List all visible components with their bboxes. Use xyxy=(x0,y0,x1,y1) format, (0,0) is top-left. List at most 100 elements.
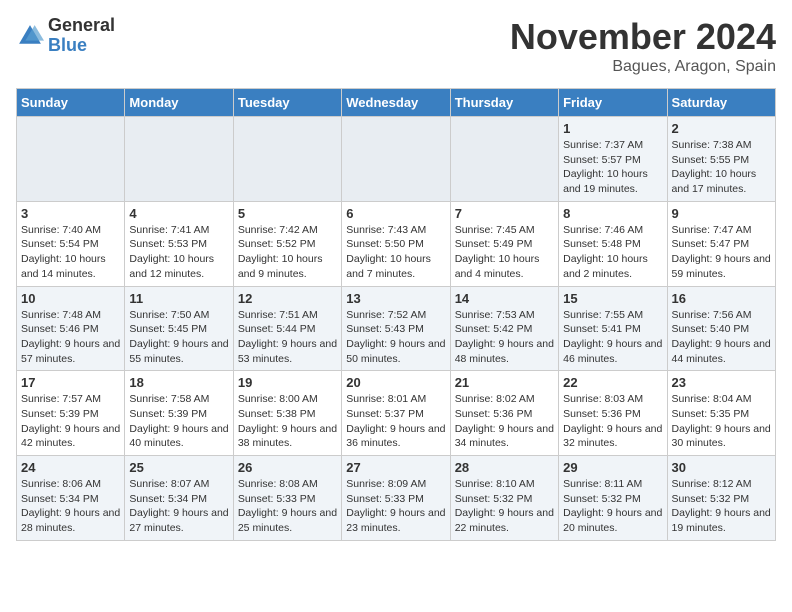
day-info: Sunrise: 7:56 AM Sunset: 5:40 PM Dayligh… xyxy=(672,308,771,367)
calendar-cell: 13 Sunrise: 7:52 AM Sunset: 5:43 PM Dayli… xyxy=(342,286,450,371)
day-number: 17 xyxy=(21,375,120,390)
calendar-cell: 29 Sunrise: 8:11 AM Sunset: 5:32 PM Dayli… xyxy=(559,456,667,541)
calendar-cell xyxy=(450,117,558,202)
calendar-cell: 25 Sunrise: 8:07 AM Sunset: 5:34 PM Dayli… xyxy=(125,456,233,541)
day-number: 16 xyxy=(672,291,771,306)
day-number: 1 xyxy=(563,121,662,136)
calendar-cell: 21Sunrise: 8:02 AM Sunset: 5:36 PM Dayli… xyxy=(450,371,558,456)
day-info: Sunrise: 7:53 AM Sunset: 5:42 PM Dayligh… xyxy=(455,308,554,367)
calendar-cell: 4Sunrise: 7:41 AM Sunset: 5:53 PM Daylig… xyxy=(125,201,233,286)
day-number: 19 xyxy=(238,375,337,390)
day-info: Sunrise: 7:45 AM Sunset: 5:49 PM Dayligh… xyxy=(455,223,554,282)
day-info: Sunrise: 8:01 AM Sunset: 5:37 PM Dayligh… xyxy=(346,392,445,451)
calendar-cell xyxy=(342,117,450,202)
calendar-cell: 12Sunrise: 7:51 AM Sunset: 5:44 PM Dayli… xyxy=(233,286,341,371)
day-info: Sunrise: 7:43 AM Sunset: 5:50 PM Dayligh… xyxy=(346,223,445,282)
calendar-cell: 27 Sunrise: 8:09 AM Sunset: 5:33 PM Dayli… xyxy=(342,456,450,541)
day-number: 29 xyxy=(563,460,662,475)
calendar-cell: 1 Sunrise: 7:37 AM Sunset: 5:57 PM Daylig… xyxy=(559,117,667,202)
calendar-week-row: 3 Sunrise: 7:40 AM Sunset: 5:54 PM Daylig… xyxy=(17,201,776,286)
day-number: 15 xyxy=(563,291,662,306)
calendar-cell: 2 Sunrise: 7:38 AM Sunset: 5:55 PM Daylig… xyxy=(667,117,775,202)
day-info: Sunrise: 7:41 AM Sunset: 5:53 PM Dayligh… xyxy=(129,223,228,282)
day-info: Sunrise: 7:42 AM Sunset: 5:52 PM Dayligh… xyxy=(238,223,337,282)
day-info: Sunrise: 8:03 AM Sunset: 5:36 PM Dayligh… xyxy=(563,392,662,451)
day-info: Sunrise: 8:12 AM Sunset: 5:32 PM Dayligh… xyxy=(672,477,771,536)
calendar-cell: 24Sunrise: 8:06 AM Sunset: 5:34 PM Dayli… xyxy=(17,456,125,541)
day-info: Sunrise: 7:38 AM Sunset: 5:55 PM Dayligh… xyxy=(672,138,771,197)
page: General Blue November 2024 Bagues, Arago… xyxy=(0,0,792,557)
weekday-header-wednesday: Wednesday xyxy=(342,89,450,117)
day-number: 23 xyxy=(672,375,771,390)
calendar-cell: 18Sunrise: 7:58 AM Sunset: 5:39 PM Dayli… xyxy=(125,371,233,456)
day-number: 3 xyxy=(21,206,120,221)
day-info: Sunrise: 7:48 AM Sunset: 5:46 PM Dayligh… xyxy=(21,308,120,367)
day-number: 25 xyxy=(129,460,228,475)
day-info: Sunrise: 7:51 AM Sunset: 5:44 PM Dayligh… xyxy=(238,308,337,367)
calendar-cell: 30 Sunrise: 8:12 AM Sunset: 5:32 PM Dayli… xyxy=(667,456,775,541)
day-info: Sunrise: 7:46 AM Sunset: 5:48 PM Dayligh… xyxy=(563,223,662,282)
calendar-cell: 26Sunrise: 8:08 AM Sunset: 5:33 PM Dayli… xyxy=(233,456,341,541)
day-number: 6 xyxy=(346,206,445,221)
day-info: Sunrise: 8:00 AM Sunset: 5:38 PM Dayligh… xyxy=(238,392,337,451)
day-info: Sunrise: 8:09 AM Sunset: 5:33 PM Dayligh… xyxy=(346,477,445,536)
calendar-cell: 23Sunrise: 8:04 AM Sunset: 5:35 PM Dayli… xyxy=(667,371,775,456)
calendar-week-row: 17Sunrise: 7:57 AM Sunset: 5:39 PM Dayli… xyxy=(17,371,776,456)
calendar-cell: 10 Sunrise: 7:48 AM Sunset: 5:46 PM Dayli… xyxy=(17,286,125,371)
day-number: 9 xyxy=(672,206,771,221)
calendar-cell: 8 Sunrise: 7:46 AM Sunset: 5:48 PM Daylig… xyxy=(559,201,667,286)
calendar-cell: 28 Sunrise: 8:10 AM Sunset: 5:32 PM Dayli… xyxy=(450,456,558,541)
month-title: November 2024 xyxy=(510,16,776,58)
calendar-cell: 3 Sunrise: 7:40 AM Sunset: 5:54 PM Daylig… xyxy=(17,201,125,286)
header: General Blue November 2024 Bagues, Arago… xyxy=(16,16,776,76)
logo: General Blue xyxy=(16,16,115,56)
day-info: Sunrise: 8:08 AM Sunset: 5:33 PM Dayligh… xyxy=(238,477,337,536)
calendar-week-row: 24Sunrise: 8:06 AM Sunset: 5:34 PM Dayli… xyxy=(17,456,776,541)
calendar-cell: 14Sunrise: 7:53 AM Sunset: 5:42 PM Dayli… xyxy=(450,286,558,371)
day-number: 11 xyxy=(129,291,228,306)
weekday-header-saturday: Saturday xyxy=(667,89,775,117)
weekday-header-tuesday: Tuesday xyxy=(233,89,341,117)
calendar-cell: 17Sunrise: 7:57 AM Sunset: 5:39 PM Dayli… xyxy=(17,371,125,456)
day-info: Sunrise: 8:06 AM Sunset: 5:34 PM Dayligh… xyxy=(21,477,120,536)
calendar-cell xyxy=(17,117,125,202)
calendar-cell: 16 Sunrise: 7:56 AM Sunset: 5:40 PM Dayli… xyxy=(667,286,775,371)
day-number: 13 xyxy=(346,291,445,306)
calendar-cell xyxy=(125,117,233,202)
day-info: Sunrise: 7:37 AM Sunset: 5:57 PM Dayligh… xyxy=(563,138,662,197)
day-info: Sunrise: 7:58 AM Sunset: 5:39 PM Dayligh… xyxy=(129,392,228,451)
day-number: 10 xyxy=(21,291,120,306)
day-info: Sunrise: 7:52 AM Sunset: 5:43 PM Dayligh… xyxy=(346,308,445,367)
calendar-cell: 6 Sunrise: 7:43 AM Sunset: 5:50 PM Daylig… xyxy=(342,201,450,286)
logo-icon xyxy=(16,22,44,50)
weekday-header-friday: Friday xyxy=(559,89,667,117)
day-info: Sunrise: 7:40 AM Sunset: 5:54 PM Dayligh… xyxy=(21,223,120,282)
day-number: 30 xyxy=(672,460,771,475)
calendar-cell: 20Sunrise: 8:01 AM Sunset: 5:37 PM Dayli… xyxy=(342,371,450,456)
day-info: Sunrise: 7:55 AM Sunset: 5:41 PM Dayligh… xyxy=(563,308,662,367)
day-info: Sunrise: 7:50 AM Sunset: 5:45 PM Dayligh… xyxy=(129,308,228,367)
day-number: 28 xyxy=(455,460,554,475)
day-number: 8 xyxy=(563,206,662,221)
calendar-cell: 5Sunrise: 7:42 AM Sunset: 5:52 PM Daylig… xyxy=(233,201,341,286)
logo-text: General Blue xyxy=(48,16,115,56)
calendar-week-row: 1 Sunrise: 7:37 AM Sunset: 5:57 PM Daylig… xyxy=(17,117,776,202)
location: Bagues, Aragon, Spain xyxy=(510,58,776,76)
day-number: 27 xyxy=(346,460,445,475)
day-number: 21 xyxy=(455,375,554,390)
calendar-table: SundayMondayTuesdayWednesdayThursdayFrid… xyxy=(16,88,776,541)
calendar-cell: 9Sunrise: 7:47 AM Sunset: 5:47 PM Daylig… xyxy=(667,201,775,286)
calendar-cell xyxy=(233,117,341,202)
logo-blue: Blue xyxy=(48,36,115,56)
calendar-cell: 22 Sunrise: 8:03 AM Sunset: 5:36 PM Dayli… xyxy=(559,371,667,456)
day-info: Sunrise: 8:07 AM Sunset: 5:34 PM Dayligh… xyxy=(129,477,228,536)
calendar-header-row: SundayMondayTuesdayWednesdayThursdayFrid… xyxy=(17,89,776,117)
weekday-header-monday: Monday xyxy=(125,89,233,117)
day-number: 22 xyxy=(563,375,662,390)
calendar-cell: 7 Sunrise: 7:45 AM Sunset: 5:49 PM Daylig… xyxy=(450,201,558,286)
day-info: Sunrise: 8:10 AM Sunset: 5:32 PM Dayligh… xyxy=(455,477,554,536)
weekday-header-sunday: Sunday xyxy=(17,89,125,117)
day-number: 2 xyxy=(672,121,771,136)
day-number: 7 xyxy=(455,206,554,221)
day-info: Sunrise: 8:11 AM Sunset: 5:32 PM Dayligh… xyxy=(563,477,662,536)
